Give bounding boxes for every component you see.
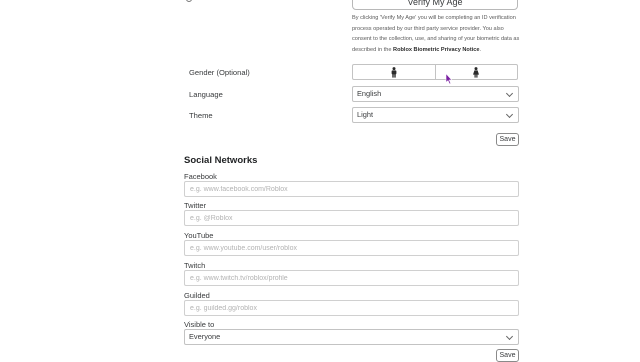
gender-male-option[interactable] bbox=[353, 65, 435, 79]
twitch-label: Twitch bbox=[184, 261, 206, 270]
language-label: Language bbox=[189, 90, 223, 99]
language-select[interactable]: English bbox=[352, 86, 519, 102]
visible-to-value: Everyone bbox=[189, 332, 221, 341]
gender-label: Gender (Optional) bbox=[189, 68, 250, 77]
twitch-input[interactable] bbox=[184, 270, 519, 286]
radio-icon bbox=[186, 0, 192, 2]
visible-to-label: Visible to bbox=[184, 320, 215, 329]
chevron-down-icon bbox=[505, 89, 514, 98]
youtube-input[interactable] bbox=[184, 240, 519, 256]
social-save-button[interactable]: Save bbox=[496, 349, 519, 362]
verify-my-age-button[interactable]: Verify My Age bbox=[352, 0, 518, 10]
guilded-label: Guilded bbox=[184, 291, 210, 300]
theme-value: Light bbox=[357, 110, 374, 119]
social-networks-heading: Social Networks bbox=[184, 155, 258, 166]
theme-label: Theme bbox=[189, 111, 213, 120]
consent-end: . bbox=[479, 46, 482, 53]
visible-to-select[interactable]: Everyone bbox=[184, 329, 519, 345]
twitter-input[interactable] bbox=[184, 210, 519, 226]
mouse-cursor-icon bbox=[445, 73, 452, 85]
gender-selector[interactable] bbox=[352, 64, 518, 80]
facebook-label: Facebook bbox=[184, 172, 217, 181]
male-icon bbox=[391, 66, 397, 78]
theme-select[interactable]: Light bbox=[352, 107, 519, 123]
youtube-label: YouTube bbox=[184, 231, 214, 240]
facebook-input[interactable] bbox=[184, 181, 519, 197]
twitter-label: Twitter bbox=[184, 201, 207, 210]
guilded-input[interactable] bbox=[184, 300, 519, 316]
language-value: English bbox=[357, 89, 382, 98]
chevron-down-icon bbox=[505, 332, 514, 341]
chevron-down-icon bbox=[505, 110, 514, 119]
female-icon bbox=[473, 66, 480, 78]
biometric-privacy-notice-link[interactable]: Roblox Biometric Privacy Notice bbox=[393, 47, 479, 53]
biometric-consent-text: By clicking 'Verify My Age' you will be … bbox=[352, 13, 522, 55]
account-info-save-button[interactable]: Save bbox=[496, 133, 519, 146]
